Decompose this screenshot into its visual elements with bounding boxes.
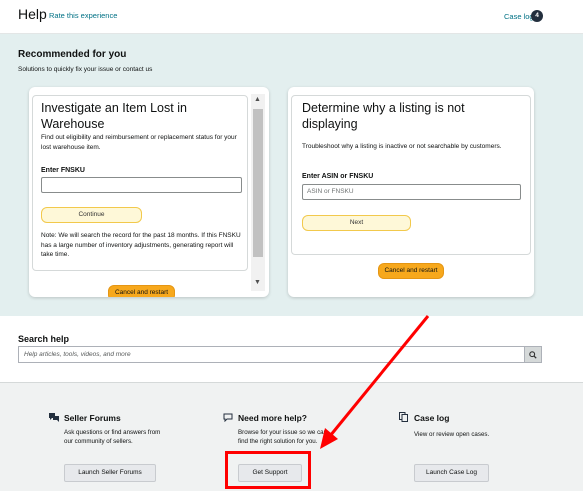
forum-chat-icon — [49, 413, 59, 422]
next-button[interactable]: Next — [302, 215, 411, 231]
recommended-subtitle: Solutions to quickly fix your issue or c… — [18, 66, 153, 73]
seller-forums-description: Ask questions or find answers from our c… — [64, 429, 161, 445]
fnsku-input[interactable] — [41, 177, 242, 193]
copy-document-icon — [399, 412, 408, 422]
rate-experience-link[interactable]: Rate this experience — [49, 11, 117, 20]
case-log-count-badge[interactable]: 4 — [531, 10, 543, 22]
need-more-help-description: Browse for your issue so we can find the… — [238, 429, 328, 445]
card-listing-description: Troubleshoot why a listing is inactive o… — [302, 143, 502, 150]
scroll-down-arrow-icon[interactable]: ▼ — [254, 278, 261, 288]
card-lost-item-scrollbar-thumb[interactable] — [253, 109, 263, 257]
case-log-link[interactable]: Case log — [504, 12, 534, 21]
card-lost-item-title: Investigate an Item Lost in Warehouse — [41, 101, 187, 131]
card-listing-cancel-button[interactable]: Cancel and restart — [378, 263, 444, 279]
asin-fnsku-input[interactable]: ASIN or FNSKU — [302, 184, 521, 200]
seller-forums-title: Seller Forums — [64, 413, 121, 423]
card-listing-not-displaying: Determine why a listing is not displayin… — [288, 87, 534, 297]
card-lost-item-note: Note: We will search the record for the … — [41, 232, 241, 258]
case-log-title: Case log — [414, 413, 450, 423]
asin-fnsku-label: Enter ASIN or FNSKU — [302, 173, 374, 180]
search-input[interactable]: Help articles, tools, videos, and more — [18, 346, 524, 363]
recommended-heading: Recommended for you — [18, 49, 127, 60]
card-lost-item-description: Find out eligibility and reimbursement o… — [41, 134, 237, 151]
card-lost-item-cancel-button[interactable]: Cancel and restart — [108, 285, 175, 297]
search-help-heading: Search help — [18, 334, 70, 344]
launch-case-log-button[interactable]: Launch Case Log — [414, 464, 489, 482]
search-button[interactable] — [524, 346, 542, 363]
scroll-up-arrow-icon[interactable]: ▲ — [254, 95, 261, 105]
search-icon — [529, 350, 537, 359]
page-header: Help Rate this experience Case log 4 — [0, 0, 583, 34]
card-lost-item: Investigate an Item Lost in Warehouse Fi… — [29, 87, 269, 297]
launch-seller-forums-button[interactable]: Launch Seller Forums — [64, 464, 156, 482]
fnsku-label: Enter FNSKU — [41, 167, 85, 174]
continue-button[interactable]: Continue — [41, 207, 142, 223]
highlight-box — [225, 451, 311, 489]
need-more-help-title: Need more help? — [238, 413, 307, 423]
card-listing-title: Determine why a listing is not displayin… — [302, 101, 465, 131]
speech-bubble-icon — [223, 413, 233, 422]
case-log-description: View or review open cases. — [414, 431, 490, 438]
page-title: Help — [18, 6, 47, 22]
